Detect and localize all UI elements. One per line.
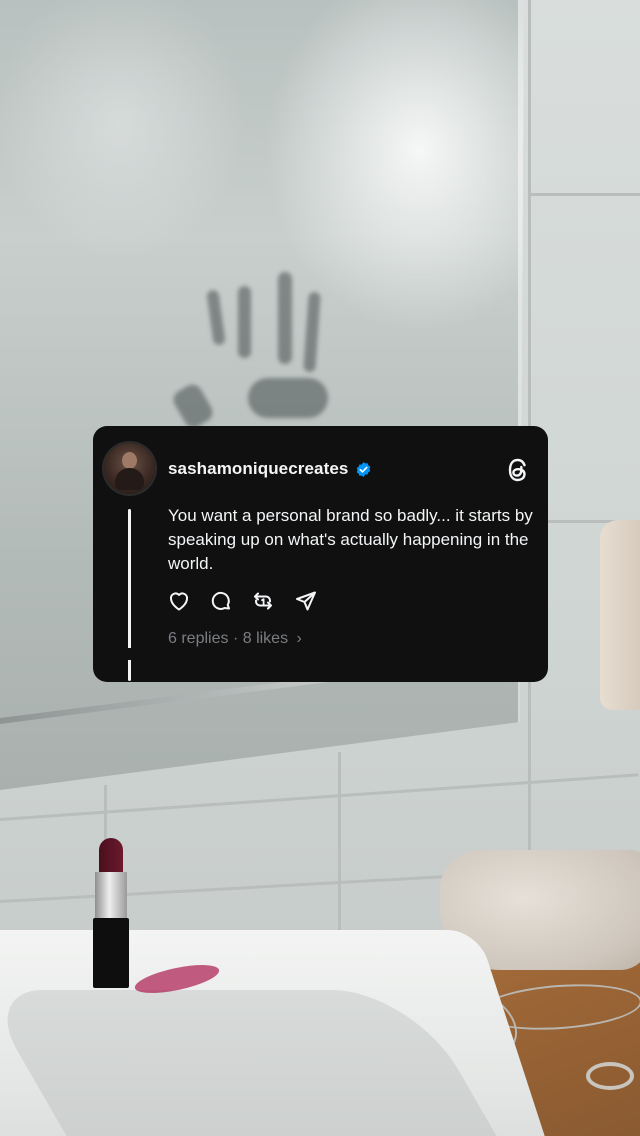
threads-post-card[interactable]: sashamoniquecreates You want a personal …: [93, 426, 548, 682]
comment-icon[interactable]: [209, 589, 233, 613]
thread-connector-gap: [128, 648, 131, 660]
avatar[interactable]: [104, 443, 155, 494]
stats-separator: ·: [232, 630, 239, 647]
hanging-towel: [600, 520, 640, 710]
likes-count[interactable]: 8 likes: [243, 630, 288, 647]
threads-logo-icon[interactable]: [505, 457, 531, 483]
ring: [586, 1062, 634, 1090]
tile-grout: [528, 193, 640, 196]
send-icon[interactable]: [294, 589, 318, 613]
username[interactable]: sashamoniquecreates: [168, 459, 348, 479]
post-text: You want a personal brand so badly... it…: [168, 506, 533, 573]
verified-badge-icon: [356, 462, 371, 477]
chevron-right-icon: ›: [296, 630, 302, 647]
handprint: [170, 268, 338, 431]
tile-grout: [528, 740, 531, 860]
replies-count[interactable]: 6 replies: [168, 630, 228, 647]
heart-icon[interactable]: [167, 589, 191, 613]
repost-icon[interactable]: [251, 589, 275, 613]
post-stats[interactable]: 6 replies · 8 likes ›: [168, 630, 302, 648]
tile-grout: [338, 752, 341, 942]
lipstick: [93, 838, 129, 988]
